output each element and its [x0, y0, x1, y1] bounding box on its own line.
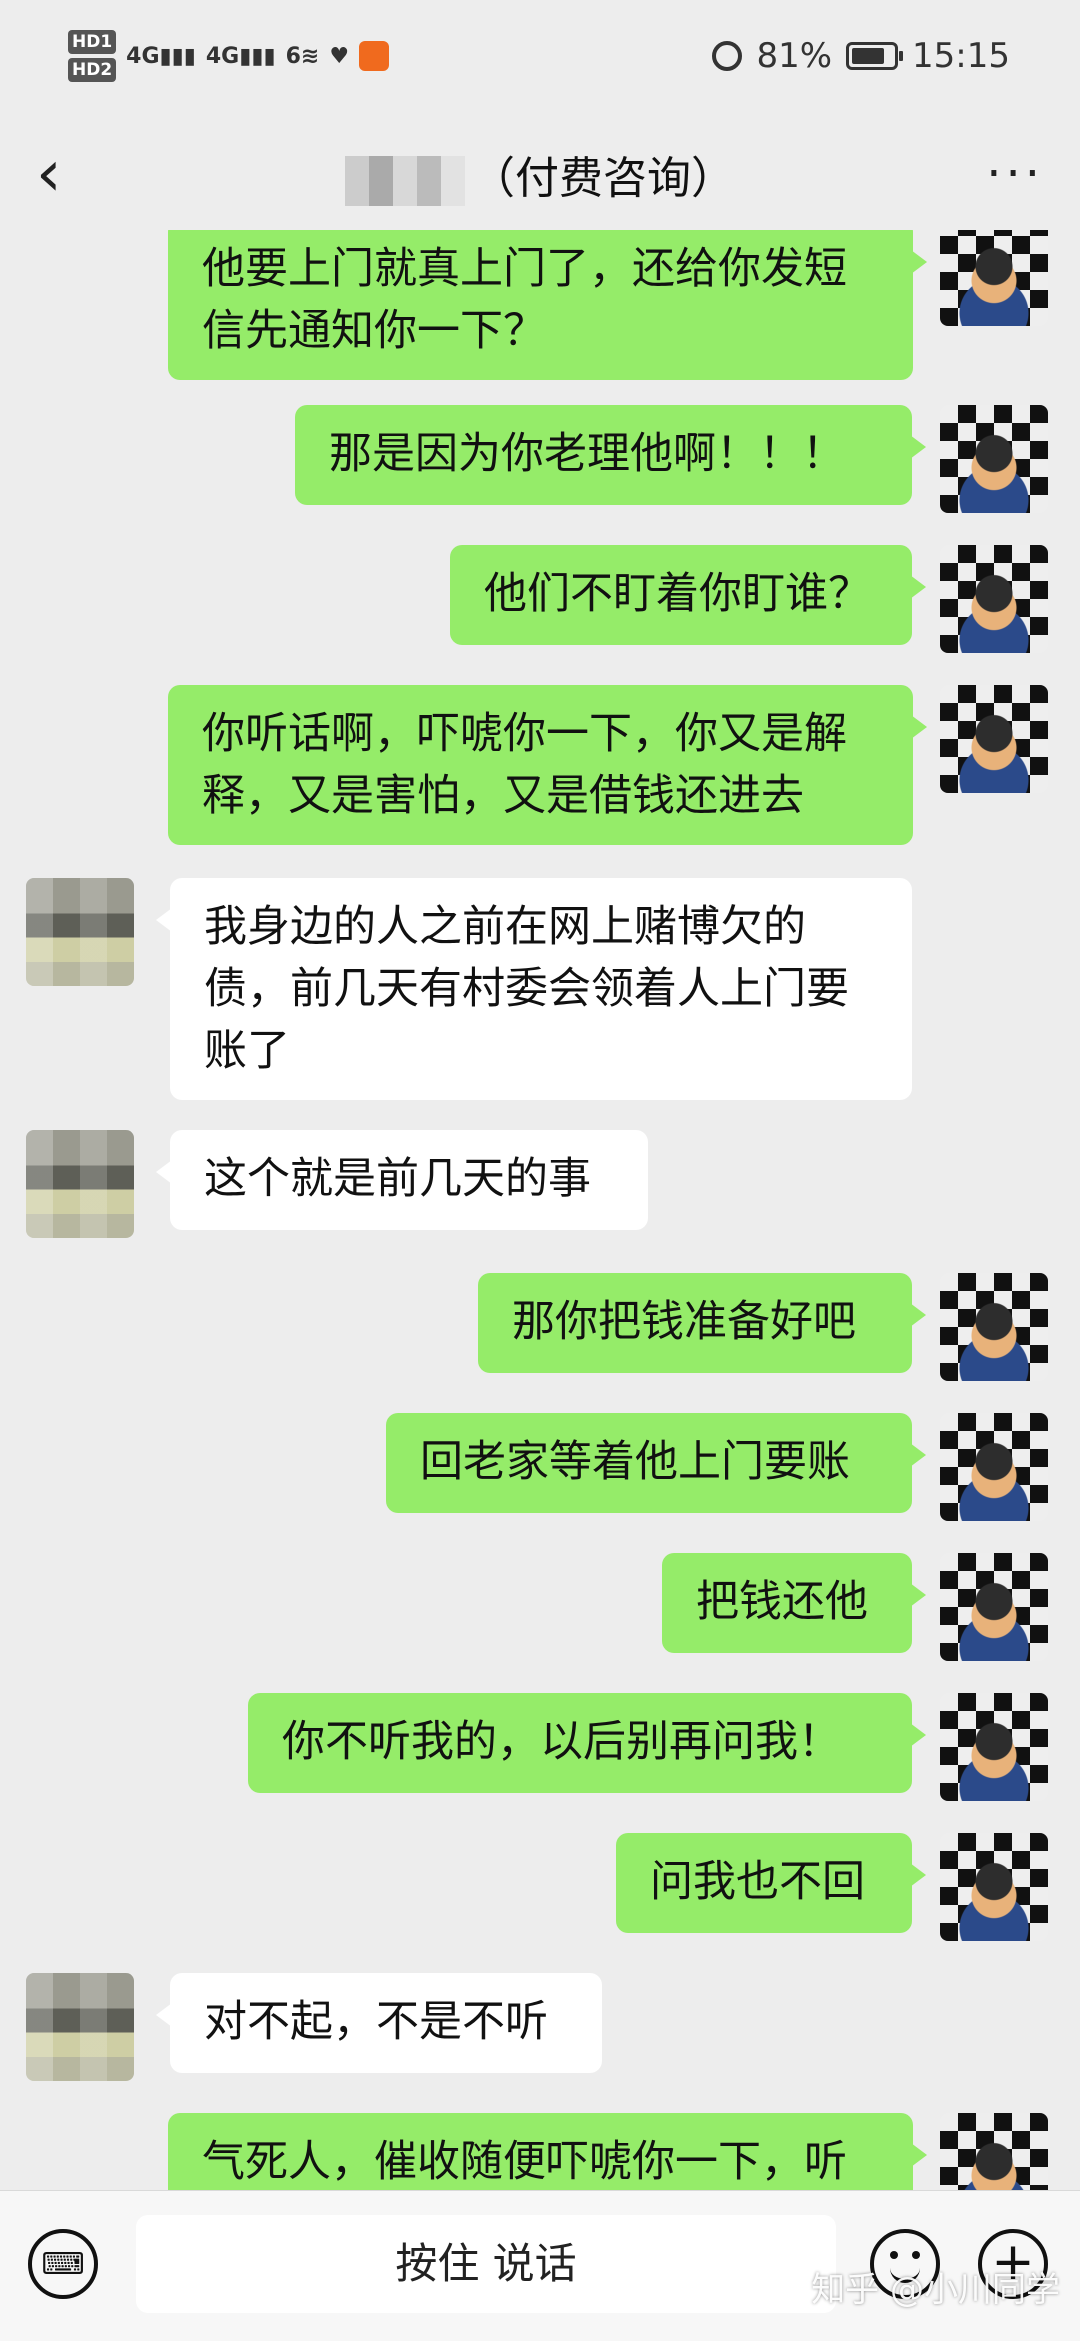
- received-message-bubble[interactable]: 对不起，不是不听: [156, 1973, 602, 2073]
- contact-avatar[interactable]: [26, 1130, 134, 1238]
- sent-message-bubble[interactable]: 他要上门就真上门了，还给你发短信先通知你一下？: [168, 230, 927, 380]
- more-options-button[interactable]: ···: [986, 146, 1044, 202]
- battery-icon: [846, 42, 904, 70]
- sent-message-bubble[interactable]: 把钱还他: [662, 1553, 926, 1653]
- my-avatar[interactable]: [940, 1693, 1048, 1801]
- keyboard-icon[interactable]: ⌨: [28, 2229, 98, 2299]
- hold-to-talk-button[interactable]: 按住 说话: [136, 2215, 836, 2313]
- chat-title: （付费咨询）: [0, 142, 1080, 206]
- chat-message-list[interactable]: 他要上门就真上门了，还给你发短信先通知你一下？ 那是因为你老理他啊！！！ 他们不盯着…: [0, 230, 1080, 2190]
- sent-message-bubble[interactable]: 你听话啊，吓唬你一下，你又是解释，又是害怕，又是借钱还进去: [168, 685, 927, 845]
- my-avatar[interactable]: [940, 405, 1048, 513]
- battery-percent: 81%: [756, 36, 833, 76]
- sent-message-bubble[interactable]: 你不听我的，以后别再问我！: [248, 1693, 926, 1793]
- status-bar: HD1 HD2 4G▮▮▮ 4G▮▮▮ 6≋ ♥ 81% 15:15: [0, 0, 1080, 120]
- sent-message-bubble[interactable]: 那你把钱准备好吧: [478, 1273, 926, 1373]
- received-message-bubble[interactable]: 我身边的人之前在网上赌博欠的债，前几天有村委会领着人上门要账了: [156, 878, 912, 1100]
- signal-1-icon: 4G▮▮▮: [126, 43, 196, 69]
- my-avatar[interactable]: [940, 685, 1048, 793]
- signal-2-icon: 4G▮▮▮: [205, 43, 276, 69]
- sent-message-bubble[interactable]: 气死人，催收随便吓唬你一下，听: [168, 2113, 927, 2190]
- hd-indicator: HD1 HD2: [68, 28, 117, 84]
- my-avatar[interactable]: [940, 230, 1048, 326]
- contact-avatar[interactable]: [26, 1973, 134, 2081]
- sent-message-bubble[interactable]: 问我也不回: [616, 1833, 926, 1933]
- clock: 15:15: [912, 36, 1010, 76]
- sent-message-bubble[interactable]: 那是因为你老理他啊！！！: [295, 405, 926, 505]
- contact-avatar[interactable]: [26, 878, 134, 986]
- my-avatar[interactable]: [940, 2113, 1048, 2190]
- app-notification-icon: [359, 41, 390, 71]
- status-right: 81% 15:15: [712, 36, 1010, 76]
- sent-message-bubble[interactable]: 回老家等着他上门要账: [386, 1413, 926, 1513]
- my-avatar[interactable]: [940, 1553, 1048, 1661]
- watermark: 知乎 @小川同学: [811, 2270, 1060, 2310]
- blurred-contact-name: [345, 156, 465, 206]
- my-avatar[interactable]: [940, 1833, 1048, 1941]
- hd1-label: HD1: [68, 30, 117, 54]
- net1-label: 4G: [126, 43, 160, 69]
- wifi-icon: 6≋: [285, 43, 320, 69]
- my-avatar[interactable]: [940, 1413, 1048, 1521]
- alarm-icon: [712, 41, 743, 71]
- net2-label: 4G: [205, 43, 240, 69]
- health-icon: ♥: [329, 43, 350, 69]
- wifi-label: 6: [285, 43, 301, 69]
- received-message-bubble[interactable]: 这个就是前几天的事: [156, 1130, 648, 1230]
- sent-message-bubble[interactable]: 他们不盯着你盯谁？: [450, 545, 926, 645]
- hd2-label: HD2: [68, 58, 117, 82]
- title-suffix: （付费咨询）: [471, 153, 735, 204]
- battery-fill: [852, 48, 885, 64]
- my-avatar[interactable]: [940, 545, 1048, 653]
- chat-header: ‹ （付费咨询） ···: [0, 120, 1080, 230]
- my-avatar[interactable]: [940, 1273, 1048, 1381]
- status-left-icons: HD1 HD2 4G▮▮▮ 4G▮▮▮ 6≋ ♥: [68, 28, 390, 84]
